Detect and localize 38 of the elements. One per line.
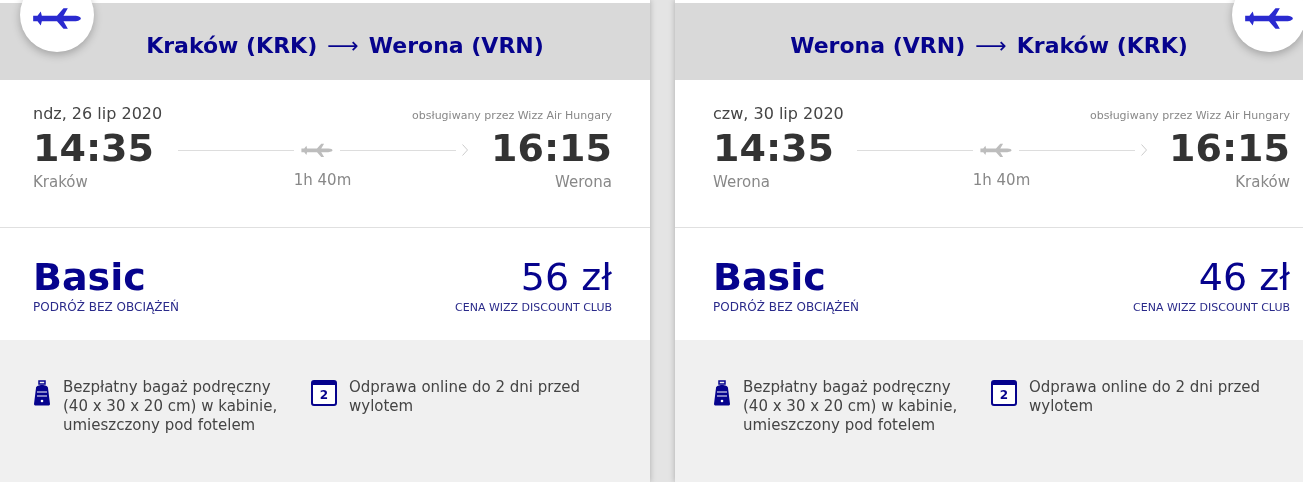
flight-duration: 1h 40m [293, 171, 352, 189]
arrow-head-icon [461, 144, 468, 156]
fare-subtitle: PODRÓŻ BEZ OBCIĄŻEŃ [713, 300, 859, 314]
route-origin: Werona (VRN) [790, 33, 966, 58]
departure-time: 14:35 [713, 125, 834, 171]
feature-text: Bezpłatny bagaż podręczny (40 x 30 x 20 cm) w kabinie, umieszczony pod fotelem [63, 378, 279, 435]
fare-name: Basic [33, 256, 147, 298]
arrival-time: 16:15 [1169, 125, 1290, 171]
operator-note: obsługiwany przez Wizz Air Hungary [1090, 109, 1290, 122]
arrival-city: Werona [555, 173, 612, 191]
arrow-head-icon [1140, 144, 1147, 156]
backpack-icon [33, 380, 51, 406]
flight-duration: 1h 40m [972, 171, 1031, 189]
route-arrow: ⟶ [975, 33, 1007, 58]
fare-price: 46 zł [1198, 256, 1290, 298]
departure-city: Kraków [33, 173, 89, 191]
route-destination: Werona (VRN) [368, 33, 544, 58]
route-destination: Kraków (KRK) [1016, 33, 1188, 58]
flight-date: czw, 30 lip 2020 [713, 104, 844, 123]
fare-price: 56 zł [520, 256, 612, 298]
arrival-time: 16:15 [491, 125, 612, 171]
arrival-city: Kraków [1235, 173, 1290, 191]
feature-text: Odprawa online do 2 dni przed wylotem [349, 378, 581, 416]
operator-note: obsługiwany przez Wizz Air Hungary [412, 109, 612, 122]
price-note: CENA WIZZ DISCOUNT CLUB [455, 301, 612, 314]
calendar-icon: 2 [991, 380, 1017, 406]
departure-time: 14:35 [33, 125, 154, 171]
departure-city: Werona [713, 173, 771, 191]
fare-name: Basic [713, 256, 827, 298]
calendar-icon: 2 [311, 380, 337, 406]
feature-text: Odprawa online do 2 dni przed wylotem [1029, 378, 1261, 416]
route-origin: Kraków (KRK) [146, 33, 318, 58]
backpack-icon [713, 380, 731, 406]
flight-date: ndz, 26 lip 2020 [33, 104, 163, 123]
fare-subtitle: PODRÓŻ BEZ OBCIĄŻEŃ [33, 300, 179, 314]
feature-text: Bezpłatny bagaż podręczny (40 x 30 x 20 cm) w kabinie, umieszczony pod fotelem [743, 378, 959, 435]
route-arrow: ⟶ [327, 33, 359, 58]
price-note: CENA WIZZ DISCOUNT CLUB [1133, 301, 1290, 314]
